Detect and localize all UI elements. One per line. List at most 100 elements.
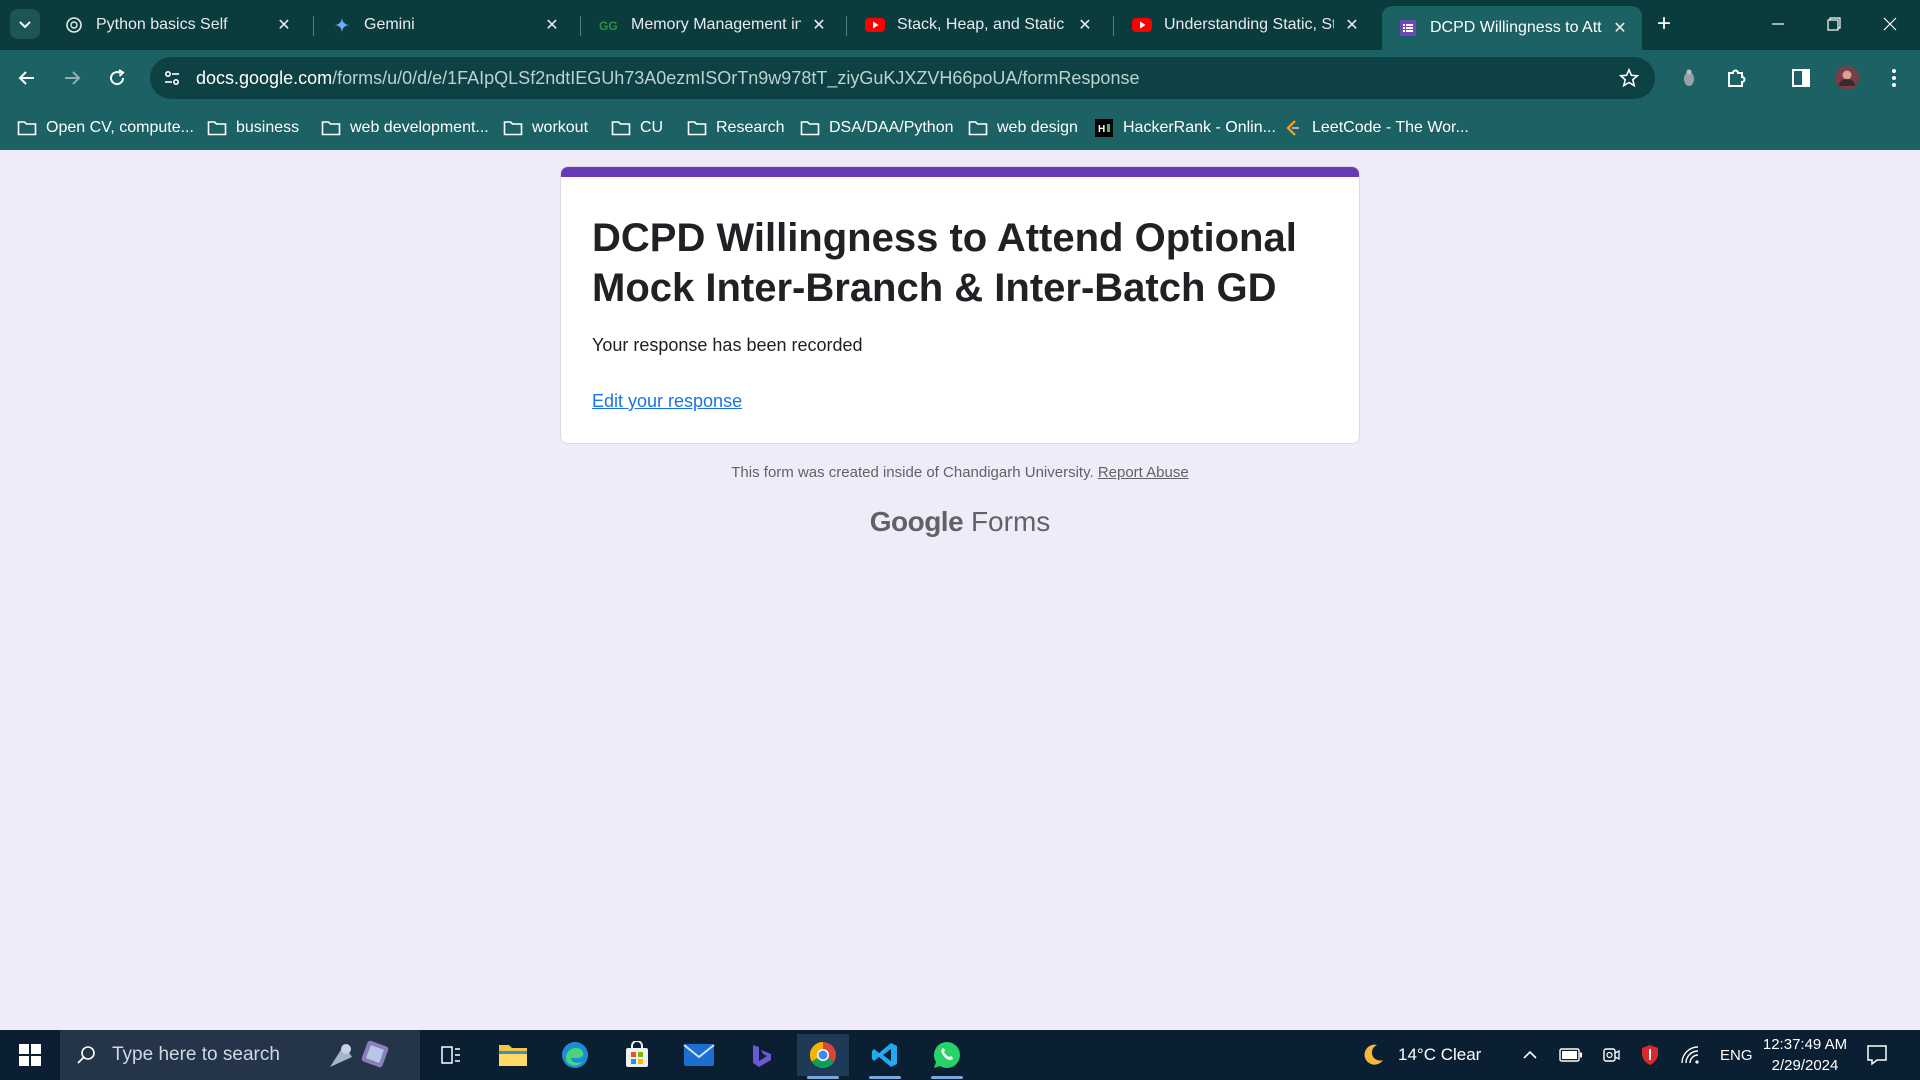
network-indicator[interactable] — [1680, 1030, 1702, 1080]
store-icon — [626, 1041, 648, 1067]
site-settings-icon[interactable] — [160, 66, 184, 90]
youtube-icon — [865, 15, 885, 35]
close-icon — [1883, 17, 1897, 31]
close-window-button[interactable] — [1862, 0, 1918, 48]
close-icon[interactable]: ✕ — [1610, 18, 1630, 38]
shield-icon — [1642, 1045, 1658, 1065]
bookmark-business[interactable]: business — [207, 114, 299, 142]
close-icon[interactable]: ✕ — [274, 15, 294, 35]
tab-search-button[interactable] — [10, 9, 40, 39]
google-forms-logo[interactable]: Google Forms — [0, 506, 1920, 538]
confirmation-message: Your response has been recorded — [592, 335, 863, 355]
restore-button[interactable] — [1806, 0, 1862, 48]
gemini-icon — [332, 15, 352, 35]
bookmark-web-development[interactable]: web development... — [321, 114, 489, 142]
clock[interactable]: 12:37:49 AM 2/29/2024 — [1760, 1034, 1850, 1076]
bookmark-label: HackerRank - Onlin... — [1123, 119, 1276, 136]
taskbar-bing[interactable] — [735, 1034, 787, 1076]
close-icon[interactable]: ✕ — [1342, 15, 1362, 35]
tab-title: DCPD Willingness to Atten — [1430, 19, 1602, 36]
taskbar-edge[interactable] — [549, 1034, 601, 1076]
report-abuse-link[interactable]: Report Abuse — [1098, 464, 1189, 481]
task-view-icon — [441, 1046, 460, 1064]
weather-widget[interactable]: 14°C Clear — [1360, 1030, 1481, 1080]
folder-icon — [687, 118, 707, 138]
search-highlight-icon — [329, 1040, 389, 1068]
search-placeholder: Type here to search — [112, 1044, 280, 1065]
start-button[interactable] — [0, 1030, 60, 1080]
battery-indicator[interactable] — [1559, 1030, 1583, 1080]
mail-icon — [683, 1044, 715, 1066]
forward-button[interactable] — [56, 62, 88, 94]
whatsapp-icon — [933, 1041, 960, 1069]
bookmark-label: CU — [640, 119, 664, 136]
taskbar-mail[interactable] — [673, 1034, 725, 1076]
taskbar-file-explorer[interactable] — [487, 1034, 539, 1076]
tab-stack-heap-static[interactable]: Stack, Heap, and Static Mem ✕ — [849, 6, 1107, 44]
tab-strip: Python basics Self ✕ Gemini ✕ GG Memory … — [0, 0, 1920, 50]
close-icon[interactable]: ✕ — [1075, 15, 1095, 35]
svg-text:GG: GG — [599, 19, 618, 32]
form-title: DCPD Willingness to Attend Optional Mock… — [592, 216, 1297, 310]
vscode-icon — [872, 1043, 897, 1067]
openai-icon — [64, 15, 84, 35]
windows-icon — [19, 1044, 41, 1066]
bookmark-research[interactable]: Research — [687, 114, 784, 142]
bookmark-cu[interactable]: CU — [611, 114, 663, 142]
extensions-menu-button[interactable] — [1720, 62, 1752, 94]
taskbar-store[interactable] — [611, 1034, 663, 1076]
meet-now-button[interactable] — [1601, 1030, 1621, 1080]
side-panel-button[interactable] — [1785, 62, 1817, 94]
tab-dcpd-form[interactable]: DCPD Willingness to Atten ✕ — [1382, 6, 1642, 50]
side-panel-icon — [1792, 69, 1810, 87]
address-bar[interactable]: docs.google.com/forms/u/0/d/e/1FAIpQLSf2… — [150, 57, 1655, 99]
bookmark-dsa-daa-python[interactable]: DSA/DAA/Python — [800, 114, 954, 142]
close-icon[interactable]: ✕ — [542, 15, 562, 35]
bookmark-hackerrank[interactable]: H HackerRank - Onlin... — [1094, 114, 1276, 142]
extension-button[interactable] — [1673, 62, 1705, 94]
tab-title: Gemini — [364, 16, 415, 33]
taskbar-search-box[interactable]: Type here to search — [60, 1030, 420, 1080]
folder-icon — [503, 118, 523, 138]
back-button[interactable] — [11, 62, 43, 94]
edit-response-link[interactable]: Edit your response — [592, 391, 742, 412]
brand-google: Google — [869, 506, 964, 537]
footer-note-text: This form was created inside of Chandiga… — [731, 464, 1094, 481]
taskbar-vscode[interactable] — [859, 1034, 911, 1079]
bookmark-web-design[interactable]: web design — [968, 114, 1078, 142]
edge-icon — [562, 1042, 588, 1068]
bookmark-label: workout — [532, 119, 589, 136]
avatar-icon — [1835, 66, 1859, 90]
profile-avatar[interactable] — [1831, 62, 1863, 94]
geeksforgeeks-icon: GG — [599, 15, 619, 35]
minimize-icon — [1772, 23, 1784, 25]
reload-button[interactable] — [101, 62, 133, 94]
arrow-right-icon — [65, 71, 81, 85]
taskbar-whatsapp[interactable] — [921, 1034, 973, 1079]
bookmark-workout[interactable]: workout — [503, 114, 588, 142]
tab-title: Understanding Static, Stack — [1164, 16, 1334, 33]
bookmark-label: web design — [997, 119, 1078, 136]
copilot-icon — [753, 1045, 771, 1067]
new-tab-button[interactable]: + — [1650, 10, 1678, 38]
minimize-button[interactable] — [1750, 0, 1806, 48]
tab-python-basics[interactable]: Python basics Self ✕ — [48, 6, 306, 44]
close-icon[interactable]: ✕ — [809, 15, 829, 35]
tab-understanding-static[interactable]: Understanding Static, Stack ✕ — [1116, 6, 1374, 44]
bookmark-label: web development... — [350, 119, 489, 136]
url-text[interactable]: docs.google.com/forms/u/0/d/e/1FAIpQLSf2… — [196, 68, 1139, 89]
browser-menu-button[interactable] — [1878, 62, 1910, 94]
bookmark-leetcode[interactable]: LeetCode - The Wor... — [1283, 114, 1469, 142]
arrow-left-icon — [18, 71, 34, 85]
notification-center-button[interactable] — [1866, 1030, 1888, 1080]
tab-memory-management[interactable]: GG Memory Management in P ✕ — [583, 6, 841, 44]
bookmark-open-cv[interactable]: Open CV, compute... — [17, 114, 194, 142]
taskbar-chrome[interactable] — [797, 1034, 849, 1079]
show-hidden-icons-button[interactable] — [1521, 1030, 1539, 1080]
weather-text: 14°C Clear — [1398, 1045, 1482, 1064]
security-tray-button[interactable] — [1641, 1030, 1659, 1080]
bookmark-star-icon[interactable] — [1617, 66, 1641, 90]
tab-gemini[interactable]: Gemini ✕ — [316, 6, 574, 44]
task-view-button[interactable] — [425, 1034, 477, 1076]
language-indicator[interactable]: ENG — [1720, 1030, 1753, 1080]
